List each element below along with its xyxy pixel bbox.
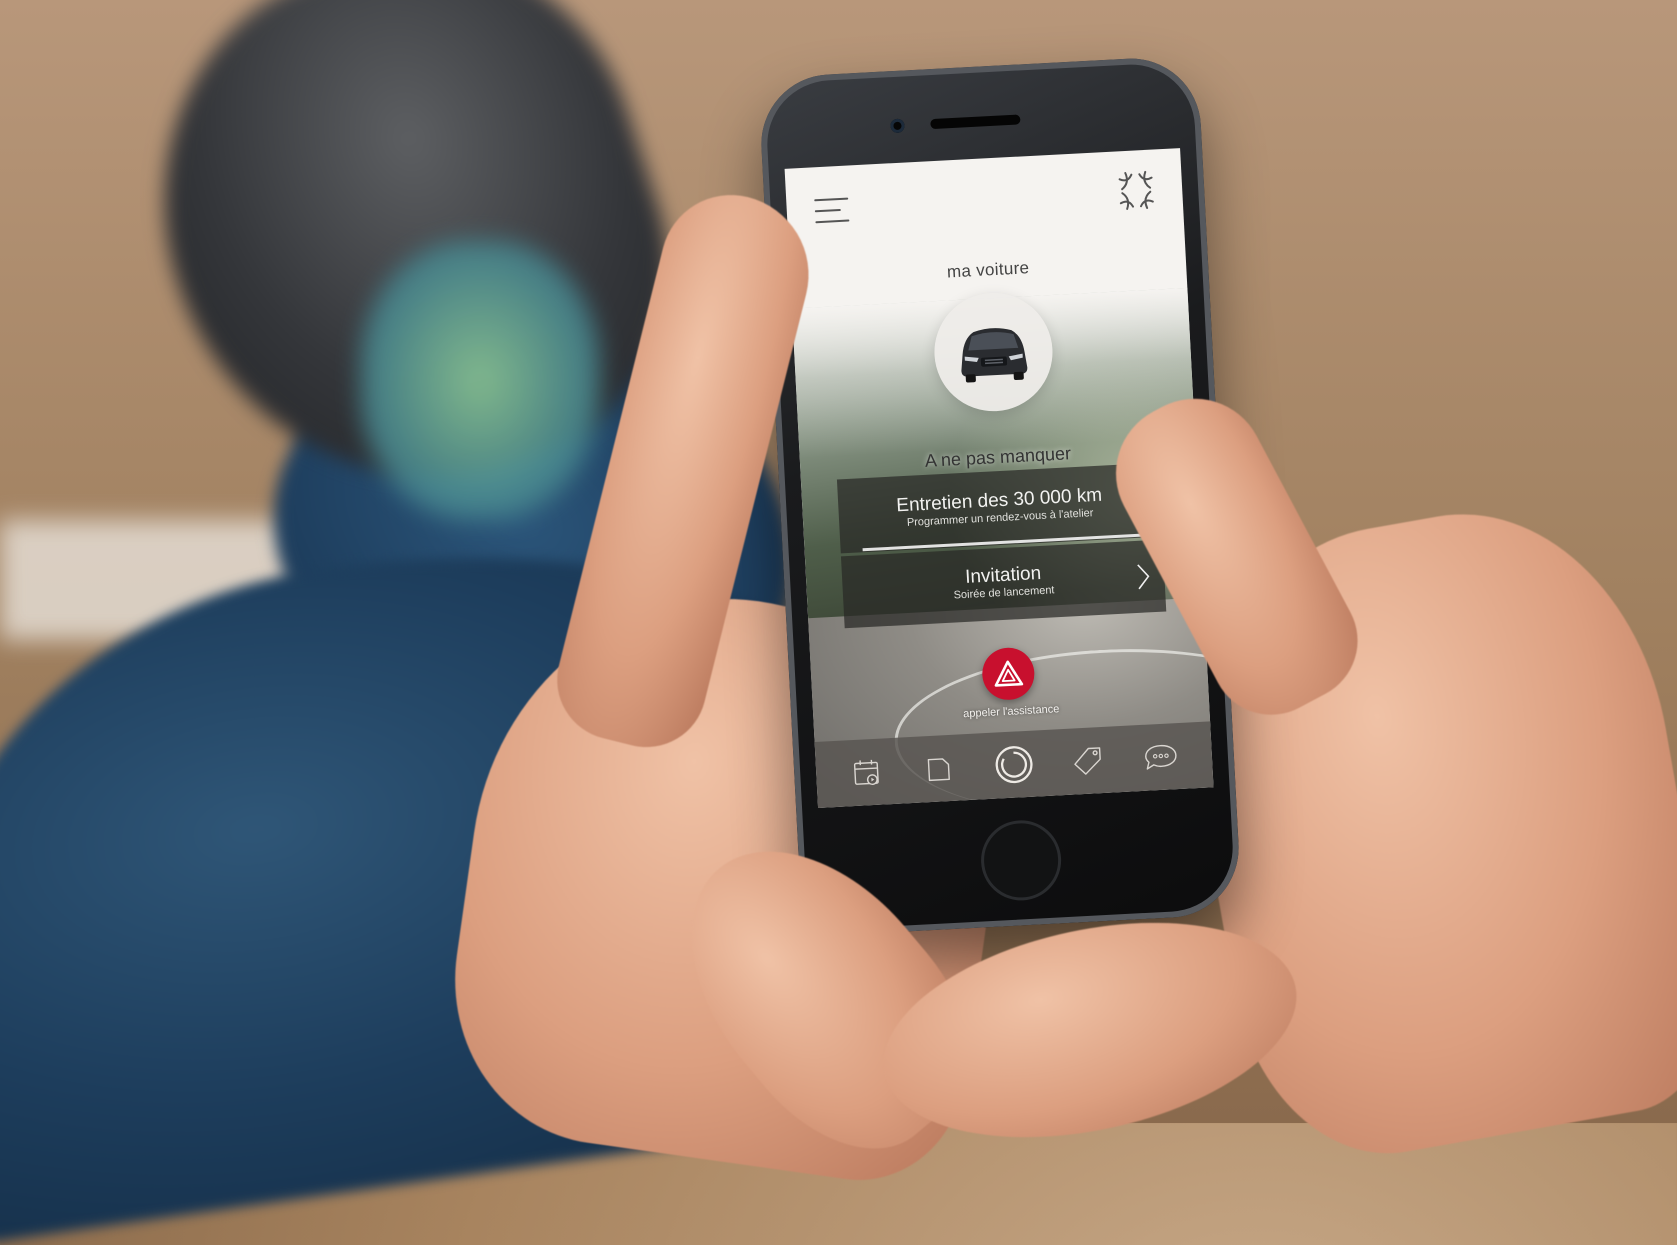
vehicle-avatar[interactable] — [931, 290, 1055, 414]
car-front-icon — [931, 290, 1055, 414]
brand-logo-icon[interactable] — [1113, 167, 1159, 213]
tab-chat[interactable] — [1139, 735, 1183, 779]
folder-icon — [924, 752, 958, 786]
earpiece-speaker — [930, 114, 1020, 129]
refresh-circle-icon — [992, 741, 1036, 789]
vehicle-title: ma voiture — [790, 250, 1187, 291]
hazard-warning-icon — [993, 659, 1024, 689]
tab-offers[interactable] — [1065, 739, 1109, 783]
hamburger-menu-icon[interactable] — [814, 198, 849, 226]
chevron-right-icon — [1136, 562, 1151, 591]
home-button[interactable] — [979, 818, 1063, 902]
chat-bubble-icon — [1141, 740, 1181, 774]
background-sock — [360, 240, 600, 520]
front-camera — [890, 119, 905, 134]
calendar-icon — [850, 756, 884, 790]
tag-icon — [1071, 744, 1105, 778]
tab-documents[interactable] — [918, 746, 962, 790]
tab-calendar[interactable] — [845, 750, 889, 794]
tab-home[interactable] — [992, 743, 1036, 787]
